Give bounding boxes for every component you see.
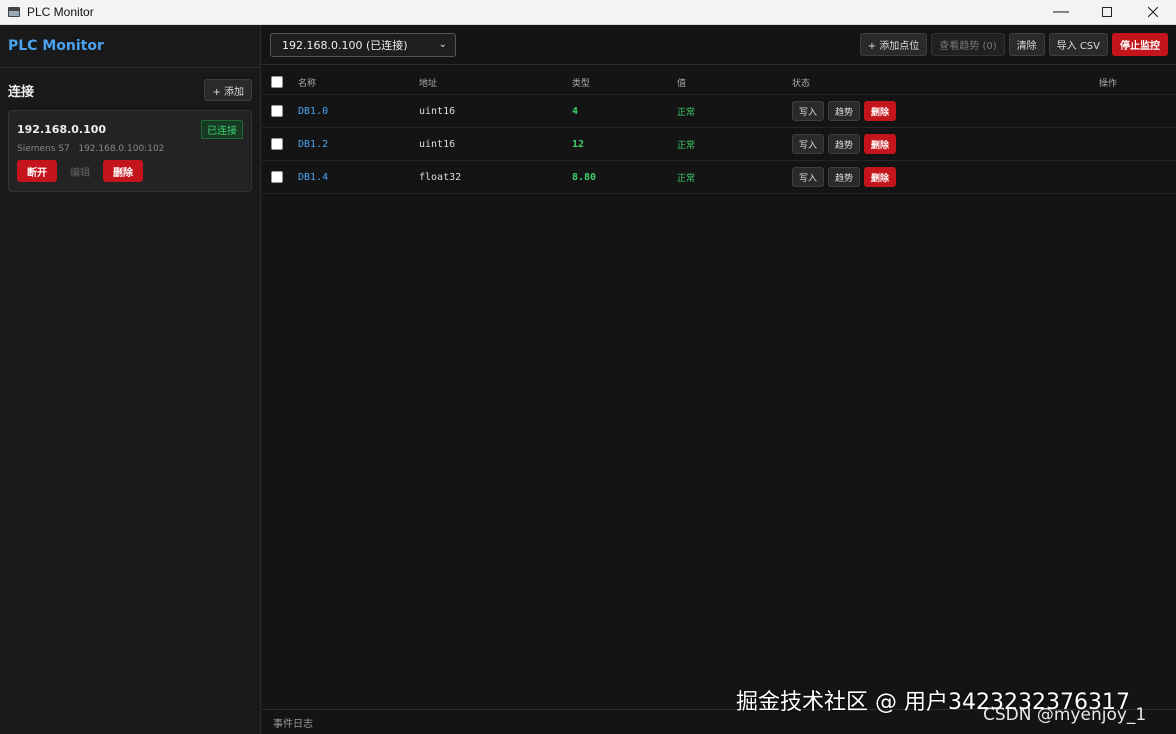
header-type: 类型 [572,78,591,89]
connection-actions: 断开 编辑 删除 [17,160,243,182]
write-button[interactable]: 写入 [792,101,825,121]
table-row[interactable]: DB1.0 uint16 4 正常 写入 趋势 删除 [262,95,1176,128]
point-name: DB1.4 [298,171,329,183]
points-table: 名称 地址 类型 值 状态 操作 DB1.0 uint16 4 正常 写入 趋势… [262,70,1176,194]
minimize-button[interactable]: — [1038,0,1084,25]
trend-button[interactable]: 趋势 [828,101,861,121]
point-value: 8.80 [572,171,597,183]
point-type: uint16 [419,138,456,150]
header-address: 地址 [419,78,438,89]
write-button[interactable]: 写入 [792,167,825,187]
trend-button[interactable]: 趋势 [828,134,861,154]
point-status: 正常 [677,107,696,118]
row-checkbox[interactable] [271,171,283,183]
point-status: 正常 [677,173,696,184]
delete-point-button[interactable]: 删除 [864,167,897,187]
toolbar: 192.168.0.100 (已连接) ⌄ + 添加点位 查看趋势 (0) 清除… [262,25,1176,65]
edit-connection-button[interactable]: 编辑 [70,164,90,179]
point-type: float32 [419,171,462,183]
close-button[interactable] [1130,0,1176,25]
point-type: uint16 [419,105,456,117]
connections-header: 连接 + 添加 [0,70,260,110]
disconnect-button[interactable]: 断开 [17,160,57,182]
title-bar: PLC Monitor — [0,0,1176,25]
row-actions: 写入 趋势 删除 [792,134,897,154]
table-row[interactable]: DB1.2 uint16 12 正常 写入 趋势 删除 [262,128,1176,161]
trend-button[interactable]: 趋势 [828,167,861,187]
add-connection-button[interactable]: + 添加 [204,79,252,101]
view-trend-button[interactable]: 查看趋势 (0) [931,33,1005,56]
row-checkbox[interactable] [271,105,283,117]
event-log-label: 事件日志 [273,718,313,730]
header-value: 值 [677,78,687,89]
maximize-icon [1102,7,1112,17]
status-badge: 已连接 [201,120,243,139]
header-actions: 操作 [1099,78,1118,89]
header-status: 状态 [792,78,811,89]
add-point-button[interactable]: + 添加点位 [859,33,928,56]
clear-button[interactable]: 清除 [1008,33,1045,56]
table-header: 名称 地址 类型 值 状态 操作 [262,70,1176,95]
point-name: DB1.0 [298,105,329,117]
delete-point-button[interactable]: 删除 [864,101,897,121]
point-status: 正常 [677,140,696,151]
point-value: 4 [572,105,579,117]
connections-title: 连接 [8,84,35,100]
maximize-button[interactable] [1084,0,1130,25]
connection-model: Siemens S7 [17,144,70,154]
minimize-icon: — [1053,3,1069,20]
connection-endpoint: 192.168.0.100:102 [78,144,165,154]
delete-point-button[interactable]: 删除 [864,134,897,154]
row-actions: 写入 趋势 删除 [792,167,897,187]
row-actions: 写入 趋势 删除 [792,101,897,121]
point-value: 12 [572,138,585,150]
sidebar: PLC Monitor 连接 + 添加 192.168.0.100 已连接 Si… [0,25,261,734]
connection-select[interactable]: 192.168.0.100 (已连接) ⌄ [270,32,456,57]
header-name: 名称 [298,78,317,89]
import-csv-button[interactable]: 导入 CSV [1048,33,1108,56]
table-row[interactable]: DB1.4 float32 8.80 正常 写入 趋势 删除 [262,161,1176,194]
brand-title: PLC Monitor [0,25,260,68]
close-icon [1148,7,1158,17]
connection-select-value: 192.168.0.100 (已连接) [282,38,408,52]
connection-meta: Siemens S7 192.168.0.100:102 [17,144,243,154]
watermark-secondary: CSDN @myenjoy_1 [983,705,1147,725]
main-panel: 192.168.0.100 (已连接) ⌄ + 添加点位 查看趋势 (0) 清除… [262,25,1176,734]
delete-connection-button[interactable]: 删除 [103,160,143,182]
connection-card[interactable]: 192.168.0.100 已连接 Siemens S7 192.168.0.1… [8,110,252,192]
row-checkbox[interactable] [271,138,283,150]
window-title: PLC Monitor [27,5,94,19]
chevron-down-icon: ⌄ [438,39,447,50]
select-all-checkbox[interactable] [271,76,283,88]
write-button[interactable]: 写入 [792,134,825,154]
app-icon [8,7,20,17]
point-name: DB1.2 [298,138,329,150]
stop-monitor-button[interactable]: 停止监控 [1112,33,1168,56]
